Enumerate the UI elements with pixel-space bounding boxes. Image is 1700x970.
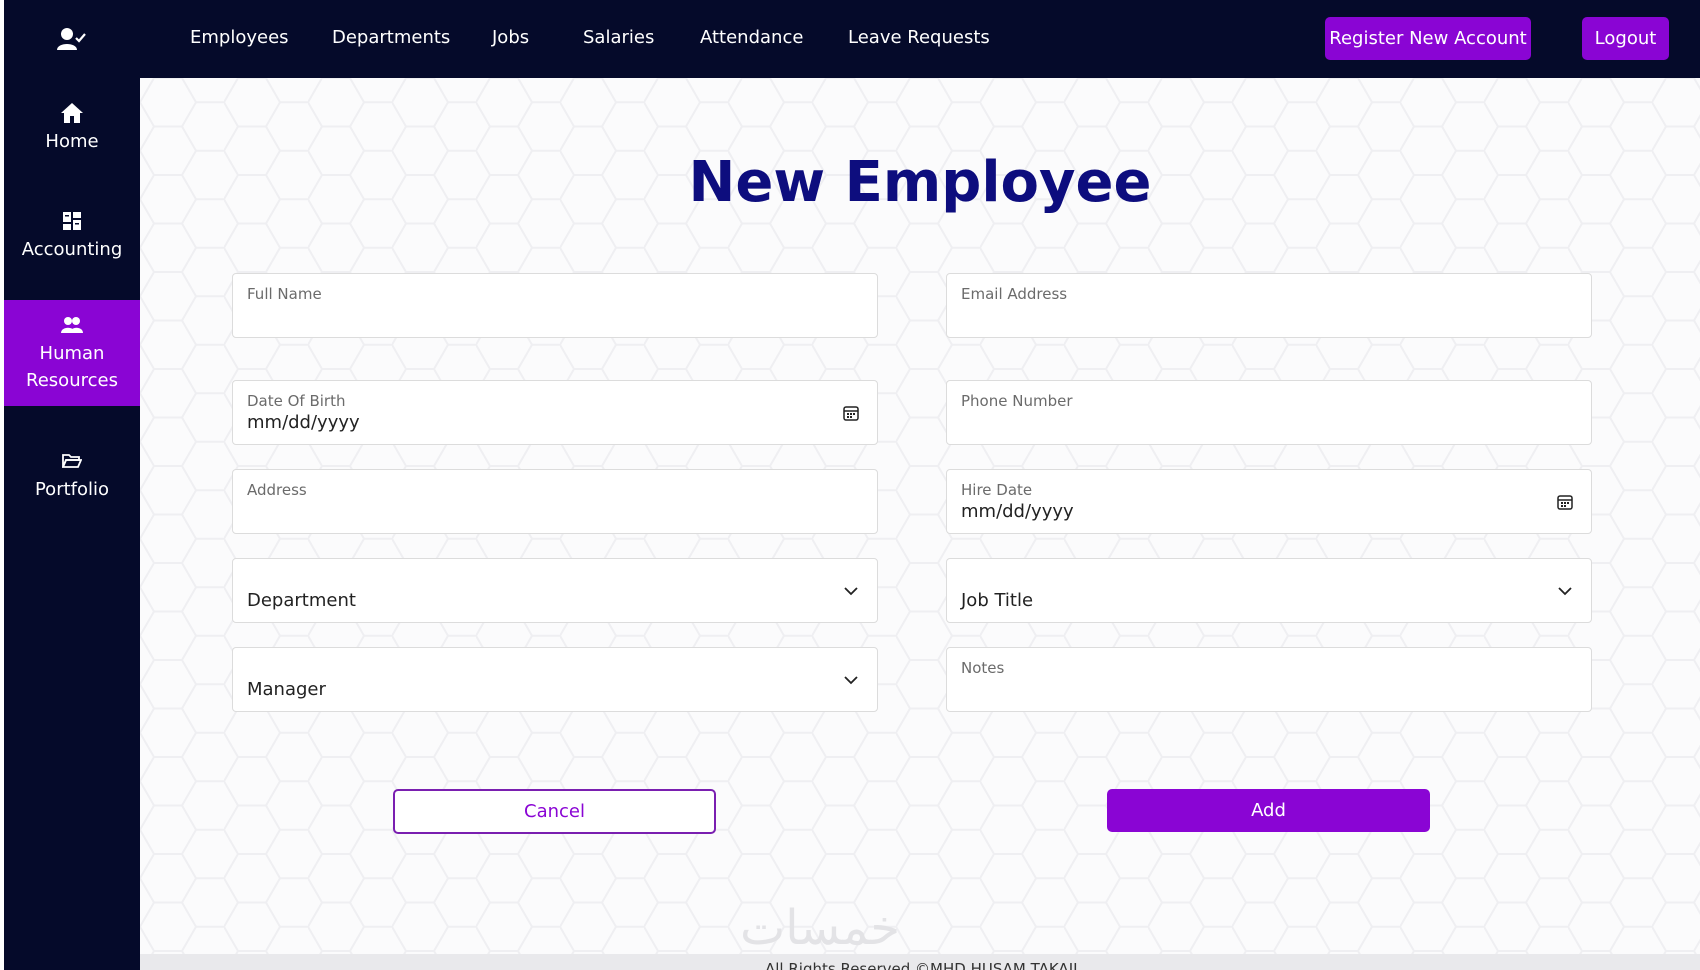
notes-label: Notes: [961, 659, 1005, 677]
chevron-down-icon: [841, 670, 861, 690]
nav-salaries[interactable]: Salaries: [583, 27, 654, 48]
chevron-down-icon: [841, 581, 861, 601]
notes-field[interactable]: Notes: [946, 647, 1592, 712]
email-label: Email Address: [961, 285, 1068, 303]
sidebar-item-accounting[interactable]: Accounting: [4, 200, 140, 270]
date-of-birth-label: Date Of Birth: [247, 392, 346, 410]
manager-select[interactable]: Manager: [232, 647, 878, 712]
hire-date-value: mm/dd/yyyy: [961, 501, 1074, 522]
logout-button[interactable]: Logout: [1582, 17, 1669, 60]
full-name-field[interactable]: Full Name: [232, 273, 878, 338]
main-content: New Employee Full Name Date Of Birth mm/…: [140, 78, 1700, 970]
folder-icon: [62, 448, 82, 474]
calendar-icon[interactable]: [1555, 492, 1575, 512]
phone-number-label: Phone Number: [961, 392, 1073, 410]
address-label: Address: [247, 481, 307, 499]
date-of-birth-value: mm/dd/yyyy: [247, 412, 360, 433]
nav-attendance[interactable]: Attendance: [700, 27, 803, 48]
email-field[interactable]: Email Address: [946, 273, 1592, 338]
calendar-icon[interactable]: [841, 403, 861, 423]
add-button[interactable]: Add: [1107, 789, 1430, 832]
nav-employees[interactable]: Employees: [190, 27, 289, 48]
address-field[interactable]: Address: [232, 469, 878, 534]
phone-number-field[interactable]: Phone Number: [946, 380, 1592, 445]
nav-departments[interactable]: Departments: [332, 27, 450, 48]
full-name-label: Full Name: [247, 285, 322, 303]
sidebar-item-label: Portfolio: [34, 478, 110, 500]
chevron-down-icon: [1555, 581, 1575, 601]
hire-date-field[interactable]: Hire Date mm/dd/yyyy: [946, 469, 1592, 534]
watermark-logo: خمسات: [740, 900, 901, 956]
department-select[interactable]: Department: [232, 558, 878, 623]
people-icon: [61, 312, 83, 338]
sidebar-item-portfolio[interactable]: Portfolio: [4, 440, 140, 510]
cancel-button[interactable]: Cancel: [393, 789, 716, 834]
sidebar: Home Accounting Human Resources Portfoli…: [4, 0, 140, 970]
date-of-birth-field[interactable]: Date Of Birth mm/dd/yyyy: [232, 380, 878, 445]
job-title-selected: Job Title: [961, 590, 1034, 611]
department-selected: Department: [247, 590, 356, 611]
page-title: New Employee: [688, 150, 1152, 215]
home-icon: [60, 100, 84, 126]
nav-leave-requests[interactable]: Leave Requests: [848, 27, 990, 48]
manager-selected: Manager: [247, 679, 326, 700]
register-new-account-button[interactable]: Register New Account: [1325, 17, 1531, 60]
sidebar-item-home[interactable]: Home: [4, 92, 140, 162]
nav-jobs[interactable]: Jobs: [492, 27, 529, 48]
footer-text: All Rights Reserved ©MHD HUSAM TAKAJI: [765, 960, 1078, 970]
sidebar-item-label: Home: [45, 130, 99, 152]
sidebar-item-label: Human Resources: [26, 343, 118, 391]
top-nav: Employees Departments Jobs Salaries Atte…: [140, 0, 1700, 78]
user-check-icon[interactable]: [4, 0, 140, 78]
dashboard-icon: [63, 208, 81, 234]
hire-date-label: Hire Date: [961, 481, 1033, 499]
sidebar-item-human-resources[interactable]: Human Resources: [4, 300, 140, 406]
footer: All Rights Reserved ©MHD HUSAM TAKAJI: [140, 954, 1700, 970]
job-title-select[interactable]: Job Title: [946, 558, 1592, 623]
sidebar-item-label: Accounting: [21, 238, 123, 260]
